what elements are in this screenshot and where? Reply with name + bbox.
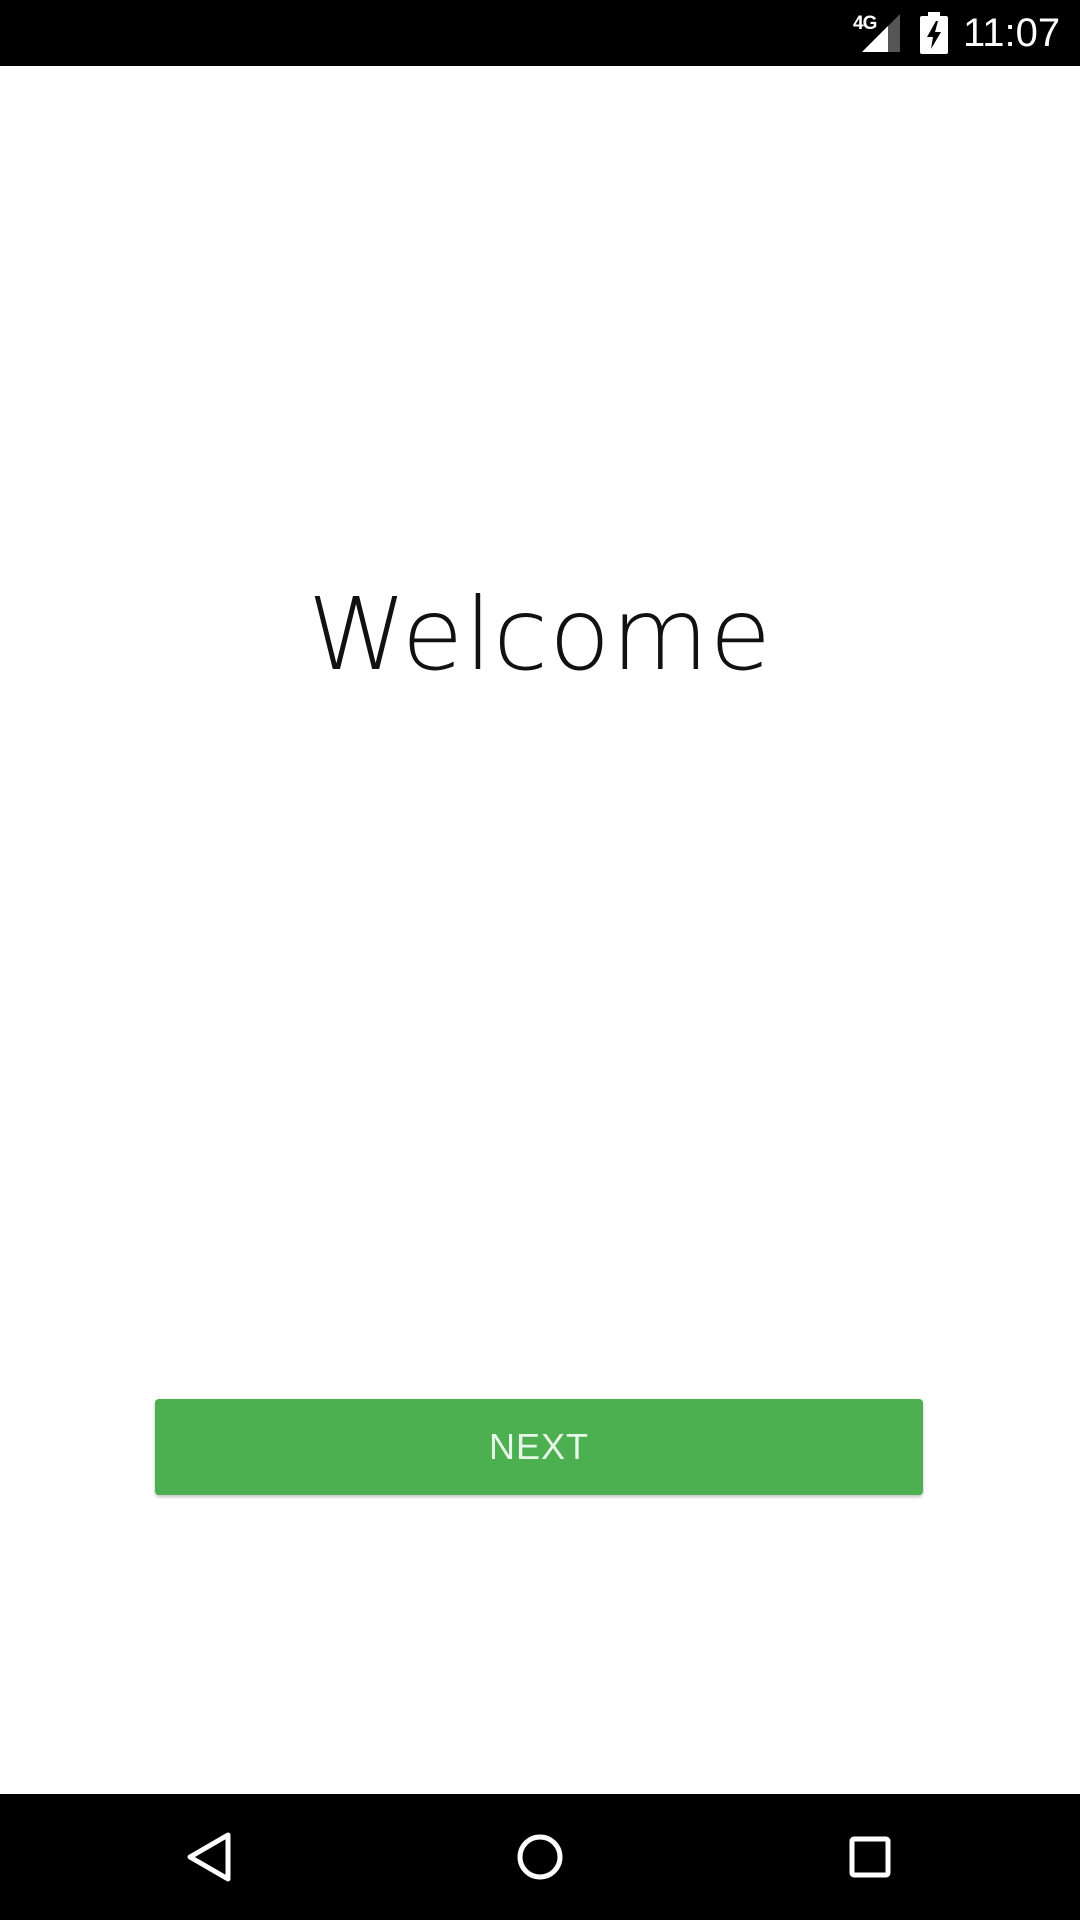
signal-icon bbox=[862, 14, 900, 52]
recents-button[interactable] bbox=[825, 1812, 915, 1902]
battery-charging-icon bbox=[920, 12, 948, 54]
home-icon bbox=[517, 1834, 563, 1880]
screen: 4G 11:07 Welcome NEXT bbox=[0, 0, 1080, 1920]
clock: 11:07 bbox=[963, 11, 1061, 55]
status-bar: 4G 11:07 bbox=[0, 0, 1080, 66]
home-button[interactable] bbox=[495, 1812, 585, 1902]
recents-icon bbox=[849, 1836, 891, 1878]
next-button-label: NEXT bbox=[488, 1426, 589, 1467]
back-button[interactable] bbox=[165, 1812, 255, 1902]
welcome-title: Welcome bbox=[307, 576, 773, 693]
back-icon bbox=[187, 1832, 231, 1882]
next-button[interactable]: NEXT bbox=[155, 1399, 923, 1495]
navigation-bar bbox=[0, 1794, 1080, 1920]
